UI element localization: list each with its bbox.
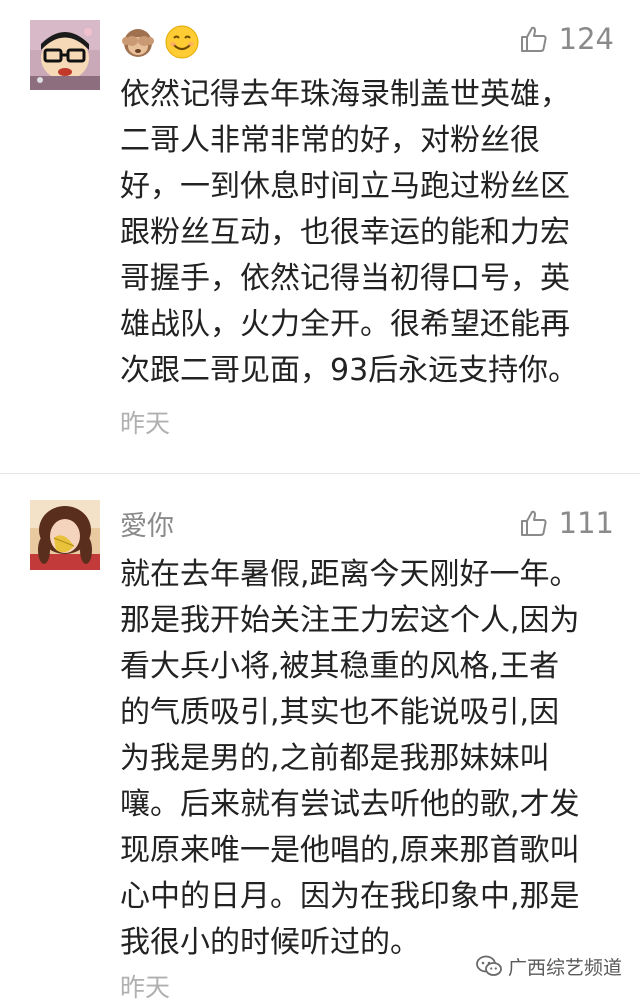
girl-photo-avatar-image — [30, 500, 100, 570]
comment-text-line: 看大兵小将,被其稳重的风格,王者 — [120, 649, 560, 684]
comment-text-line: 二哥人非常非常的好，对粉丝很 — [120, 123, 540, 158]
comment-text-line: 嚷。后来就有尝试去听他的歌,才发 — [120, 787, 580, 822]
comment-text-line: 的气质吸引,其实也不能说吸引,因 — [120, 695, 560, 730]
avatar[interactable] — [30, 500, 100, 570]
comment-timestamp: 昨天 — [120, 973, 171, 1002]
comment-text-line: 现原来唯一是他唱的,原来那首歌叫 — [120, 833, 580, 868]
see-no-evil-monkey-icon — [120, 24, 156, 60]
comment-text-line: 哥握手，依然记得当初得口号，英 — [120, 261, 570, 296]
comment-card: 愛你 111 就在去年暑假,距离今天刚好一年。 那是我开始关注王力宏这个人,因为… — [0, 484, 640, 1002]
like-button[interactable]: 111 — [519, 503, 614, 543]
comment-header: 愛你 — [120, 503, 174, 543]
comment-divider — [0, 473, 640, 474]
comment-text-line: 好，一到休息时间立马跑过粉丝区 — [120, 169, 570, 204]
comment-text-line: 为我是男的,之前都是我那妹妹叫 — [120, 741, 550, 776]
comment-card: 124 依然记得去年珠海录制盖世英雄， 二哥人非常非常的好，对粉丝很 好，一到休… — [0, 0, 640, 470]
comment-text-line: 雄战队，火力全开。很希望还能再 — [120, 307, 570, 342]
comment-text: 依然记得去年珠海录制盖世英雄， 二哥人非常非常的好，对粉丝很 好，一到休息时间立… — [120, 72, 615, 394]
comment-text-line: 那是我开始关注王力宏这个人,因为 — [120, 603, 580, 638]
username[interactable]: 愛你 — [120, 504, 174, 543]
channel-watermark: 广西综艺频道 — [471, 948, 626, 984]
comment-text: 就在去年暑假,距离今天刚好一年。 那是我开始关注王力宏这个人,因为 看大兵小将,… — [120, 552, 615, 966]
thumbs-up-icon — [520, 510, 547, 536]
thumbs-up-icon — [520, 26, 547, 52]
wechat-icon — [476, 955, 502, 976]
watermark-text: 广西综艺频道 — [507, 956, 622, 979]
comment-text-line: 跟粉丝互动，也很幸运的能和力宏 — [120, 215, 570, 250]
comment-text-line: 依然记得去年珠海录制盖世英雄， — [120, 77, 570, 112]
avatar[interactable] — [30, 20, 100, 90]
comment-text-line: 心中的日月。因为在我印象中,那是 — [120, 879, 580, 914]
cartoon-avatar-image — [30, 20, 100, 90]
comment-header — [120, 22, 208, 62]
like-count: 111 — [558, 506, 614, 540]
comment-text-line: 次跟二哥见面，93后永远支持你。 — [120, 353, 579, 388]
like-count: 124 — [558, 22, 614, 56]
comment-timestamp: 昨天 — [120, 409, 171, 438]
smiling-face-icon — [164, 24, 200, 60]
like-button[interactable]: 124 — [519, 19, 614, 59]
comment-text-line: 就在去年暑假,距离今天刚好一年。 — [120, 557, 580, 592]
